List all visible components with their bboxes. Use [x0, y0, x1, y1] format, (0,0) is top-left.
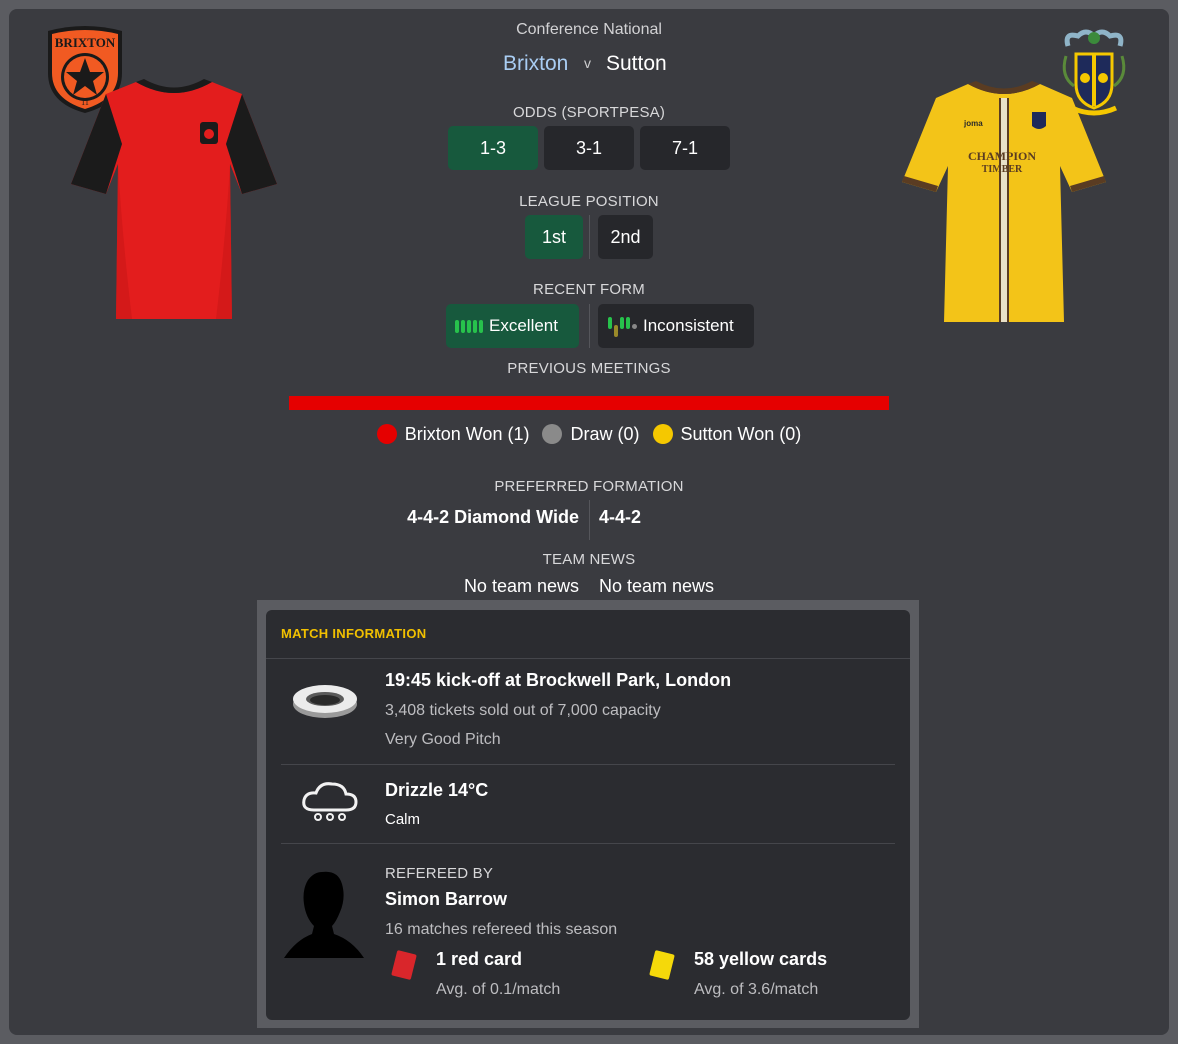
divider — [589, 304, 590, 348]
league-position-label: LEAGUE POSITION — [519, 193, 659, 210]
preferred-formation-label: PREFERRED FORMATION — [494, 478, 684, 495]
versus-label: v — [584, 55, 591, 71]
svg-text:CHAMPION: CHAMPION — [968, 149, 1036, 163]
home-team-name[interactable]: Brixton — [503, 52, 568, 76]
odds-away[interactable]: 7-1 — [640, 126, 730, 170]
red-cards-text: 1 red card — [436, 949, 523, 969]
red-dot-icon — [376, 424, 397, 444]
league-position-home[interactable]: 1st — [525, 215, 583, 259]
pitch-text: Very Good Pitch — [385, 731, 501, 748]
legend-away: Sutton Won (0) — [652, 424, 801, 444]
svg-text:TIMBER: TIMBER — [982, 164, 1023, 175]
yellow-cards-text: 58 yellow cards — [694, 949, 828, 969]
legend-draw: Draw (0) — [542, 424, 640, 444]
wind-text: Calm — [385, 811, 421, 828]
team-news-label: TEAM NEWS — [542, 551, 636, 568]
away-team-name[interactable]: Sutton — [606, 52, 667, 76]
divider — [281, 764, 895, 765]
odds-home[interactable]: 1-3 — [448, 126, 538, 170]
preferred-formation-away[interactable]: 4-4-2 — [599, 507, 641, 528]
legend-home: Brixton Won (1) — [376, 424, 529, 444]
preferred-formation-home[interactable]: 4-4-2 Diamond Wide — [379, 507, 579, 528]
recent-form-home-text: Excellent — [489, 316, 558, 335]
kickoff-text[interactable]: 19:45 kick-off at Brockwell Park, London — [385, 670, 731, 691]
red-cards-avg: Avg. of 0.1/match — [436, 981, 561, 998]
match-information-title: MATCH INFORMATION — [281, 626, 427, 641]
match-information-panel: MATCH INFORMATION 19:45 kick-off at Broc… — [266, 610, 910, 1020]
yellow-dot-icon — [652, 424, 673, 444]
team-news-home: No team news — [463, 576, 579, 596]
divider — [589, 500, 590, 540]
competition-name[interactable]: Conference National — [0, 21, 1178, 39]
team-news-away: No team news — [599, 576, 715, 596]
recent-form-label: RECENT FORM — [533, 281, 645, 298]
recent-form-away-text: Inconsistent — [643, 316, 734, 335]
yellow-card-icon — [649, 949, 675, 981]
drizzle-cloud-icon — [300, 780, 360, 824]
previous-meetings-home-segment — [289, 396, 889, 410]
stadium-icon — [292, 682, 358, 722]
red-card-icon — [391, 949, 417, 981]
odds-draw[interactable]: 3-1 — [544, 126, 634, 170]
divider — [589, 215, 590, 259]
league-position-away[interactable]: 2nd — [598, 215, 653, 259]
divider — [266, 658, 910, 659]
referee-avatar[interactable] — [282, 868, 366, 960]
form-bars-excellent-icon — [455, 319, 483, 333]
tickets-text: 3,408 tickets sold out of 7,000 capacity — [385, 702, 661, 719]
previous-meetings-bar[interactable] — [289, 396, 889, 410]
form-bars-inconsistent-icon — [608, 314, 637, 338]
recent-form-away[interactable]: Inconsistent — [598, 304, 754, 348]
weather-text[interactable]: Drizzle 14°C — [385, 780, 488, 801]
previous-meetings-label: PREVIOUS MEETINGS — [507, 360, 671, 377]
grey-dot-icon — [542, 424, 563, 444]
previous-meetings-legend: Brixton Won (1) Draw (0) Sutton Won (0) — [0, 424, 1178, 445]
recent-form-home[interactable]: Excellent — [446, 304, 579, 348]
referee-name[interactable]: Simon Barrow — [385, 889, 507, 910]
yellow-cards-avg: Avg. of 3.6/match — [694, 981, 819, 998]
odds-label: ODDS (SPORTPESA) — [512, 104, 666, 121]
referee-matches-text: 16 matches refereed this season — [385, 921, 618, 938]
refereed-by-label: REFEREED BY — [385, 865, 494, 882]
divider — [281, 843, 895, 844]
